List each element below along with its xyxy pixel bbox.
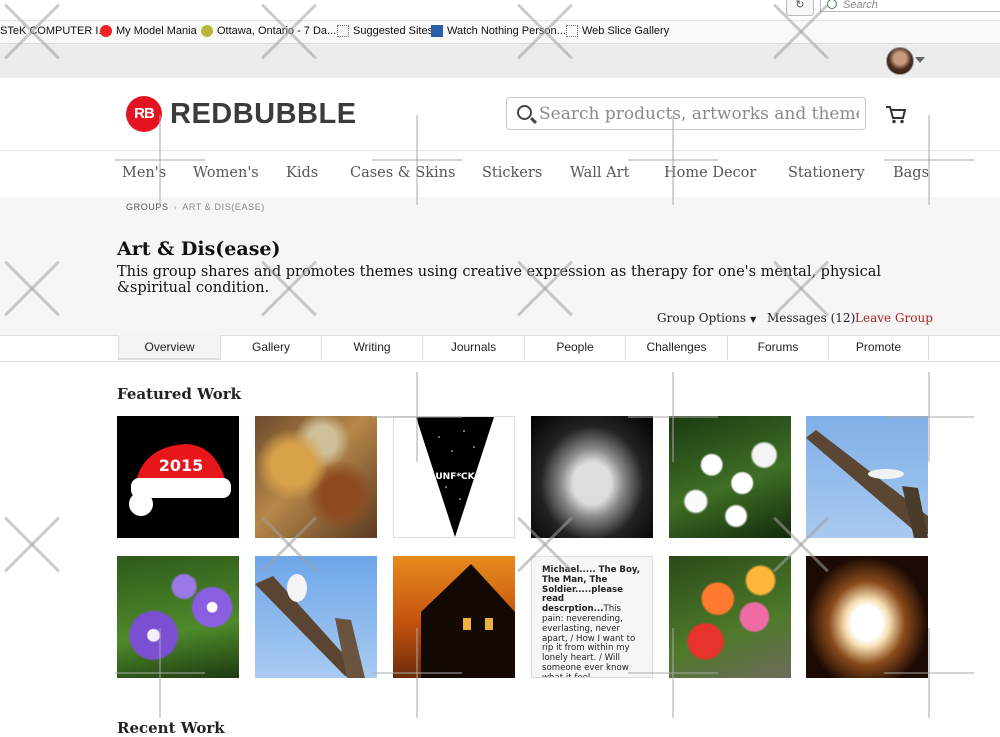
tab-people[interactable]: People [524,335,625,360]
svg-text:2015: 2015 [159,456,204,475]
tv-icon [431,25,443,37]
watermark-cross [257,513,321,577]
recent-work-title: Recent Work [117,719,225,737]
watermark-plus [628,372,718,462]
watermark-plus [372,372,462,462]
watermark-cross [0,257,64,321]
watermark-plus [372,115,462,205]
favorite-label: Web Slice Gallery [582,25,670,37]
watermark-cross [769,0,833,64]
page-title: Art & Dis(ease) [117,238,281,260]
web-slice-icon [337,25,349,37]
weather-icon [201,25,213,37]
watermark-cross [257,0,321,64]
nav-stickers[interactable]: Stickers [482,165,542,181]
tab-writing[interactable]: Writing [321,335,422,360]
watermark-plus [628,115,718,205]
group-options-label: Group Options [657,311,747,325]
watermark-plus [884,628,974,718]
watermark-plus [628,628,718,718]
watermark-cross [513,513,577,577]
tab-journals[interactable]: Journals [422,335,524,360]
featured-work-title: Featured Work [117,385,242,403]
artwork-unfck-text: UNF*CK [435,472,475,482]
browser-toolbar: ↻ Search [0,0,1000,21]
watermark-plus [884,115,974,205]
watermark-plus [115,628,205,718]
nav-kids[interactable]: Kids [286,165,318,181]
favorites-bar: STeK COMPUTER I... My Model Mania Ottawa… [0,21,1000,44]
favorite-my-model-mania[interactable]: My Model Mania [100,25,197,37]
browser-search-input[interactable]: Search [820,0,1000,12]
artwork-santa-hat-image: 2015 [129,444,231,516]
search-icon[interactable] [517,105,532,120]
account-bar [0,44,1000,78]
watermark-cross [257,257,321,321]
watermark-cross [513,0,577,64]
writing-excerpt-body: This pain: neverending, everlasting, nev… [542,604,636,678]
favorite-suggested-sites[interactable]: Suggested Sites [337,25,433,37]
favorite-web-slice-gallery[interactable]: Web Slice Gallery [566,25,669,37]
watermark-cross [769,257,833,321]
caret-down-icon[interactable] [915,57,925,63]
redbubble-icon [100,25,112,37]
watermark-plus [115,115,205,205]
group-options-dropdown[interactable]: Group Options ▼ [657,311,756,325]
tab-challenges[interactable]: Challenges [625,335,727,360]
watermark-plus [884,372,974,462]
tab-gallery[interactable]: Gallery [220,335,321,360]
nav-stationery[interactable]: Stationery [788,165,865,181]
tab-forums[interactable]: Forums [727,335,828,360]
caret-down-icon: ▼ [750,315,757,324]
browser-search-placeholder: Search [843,0,878,11]
tab-overview[interactable]: Overview [118,335,220,360]
watermark-cross [0,0,64,64]
watermark-cross [769,513,833,577]
watermark-plus [372,628,462,718]
favorite-label: My Model Mania [116,25,197,37]
leave-group-link[interactable]: Leave Group [855,311,933,325]
watermark-cross [0,513,64,577]
artwork-thumbnail[interactable]: 2015 [117,416,239,538]
favorite-label: Suggested Sites [353,25,434,37]
avatar[interactable] [886,47,914,75]
tab-promote[interactable]: Promote [828,335,929,360]
watermark-cross [513,257,577,321]
nav-wall-art[interactable]: Wall Art [570,165,629,181]
